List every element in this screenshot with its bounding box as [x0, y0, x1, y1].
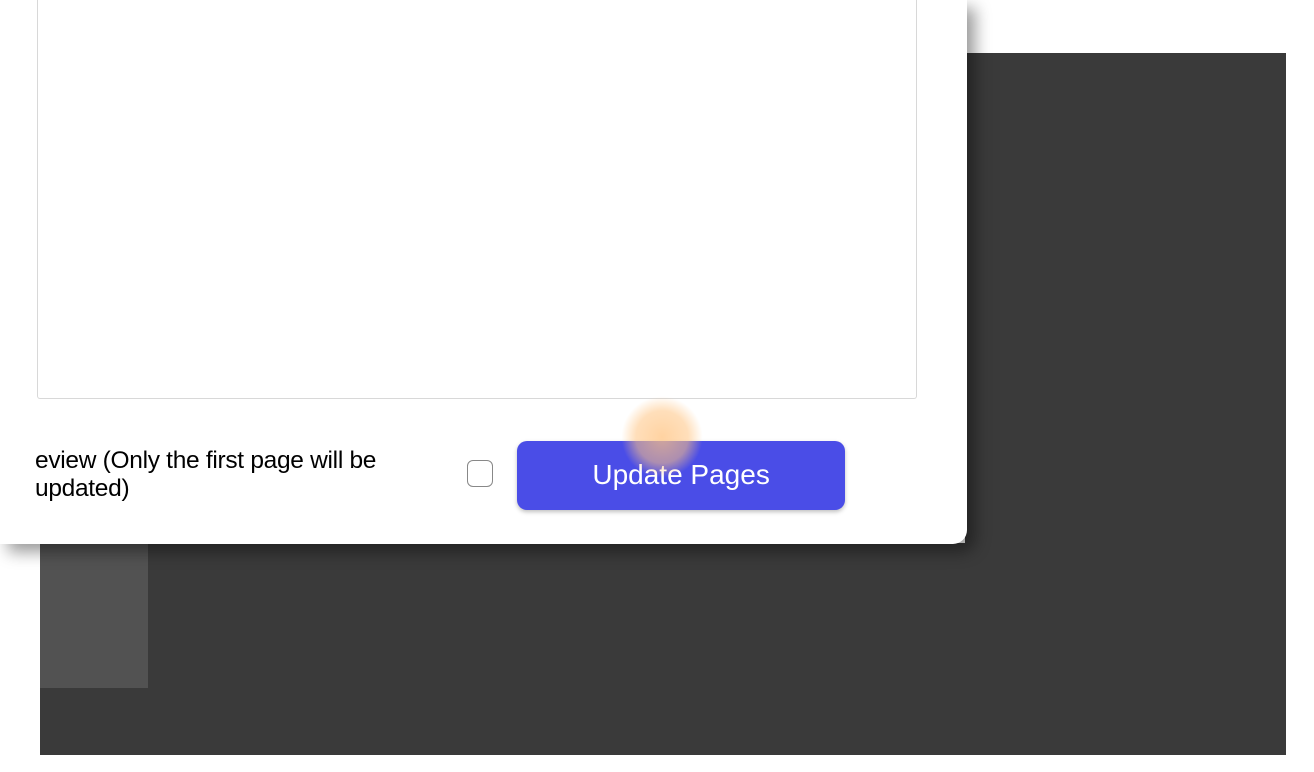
- light-panel-bottom: [40, 543, 148, 688]
- preview-checkbox[interactable]: [467, 460, 493, 487]
- update-button-label: Update Pages: [592, 459, 769, 491]
- content-preview-box: [37, 0, 917, 399]
- controls-row: eview (Only the first page will be updat…: [35, 440, 845, 510]
- modal-card: eview (Only the first page will be updat…: [0, 0, 967, 544]
- dark-background-bottom: [40, 543, 1286, 755]
- update-pages-button[interactable]: Update Pages: [517, 441, 845, 510]
- preview-label: eview (Only the first page will be updat…: [35, 447, 461, 503]
